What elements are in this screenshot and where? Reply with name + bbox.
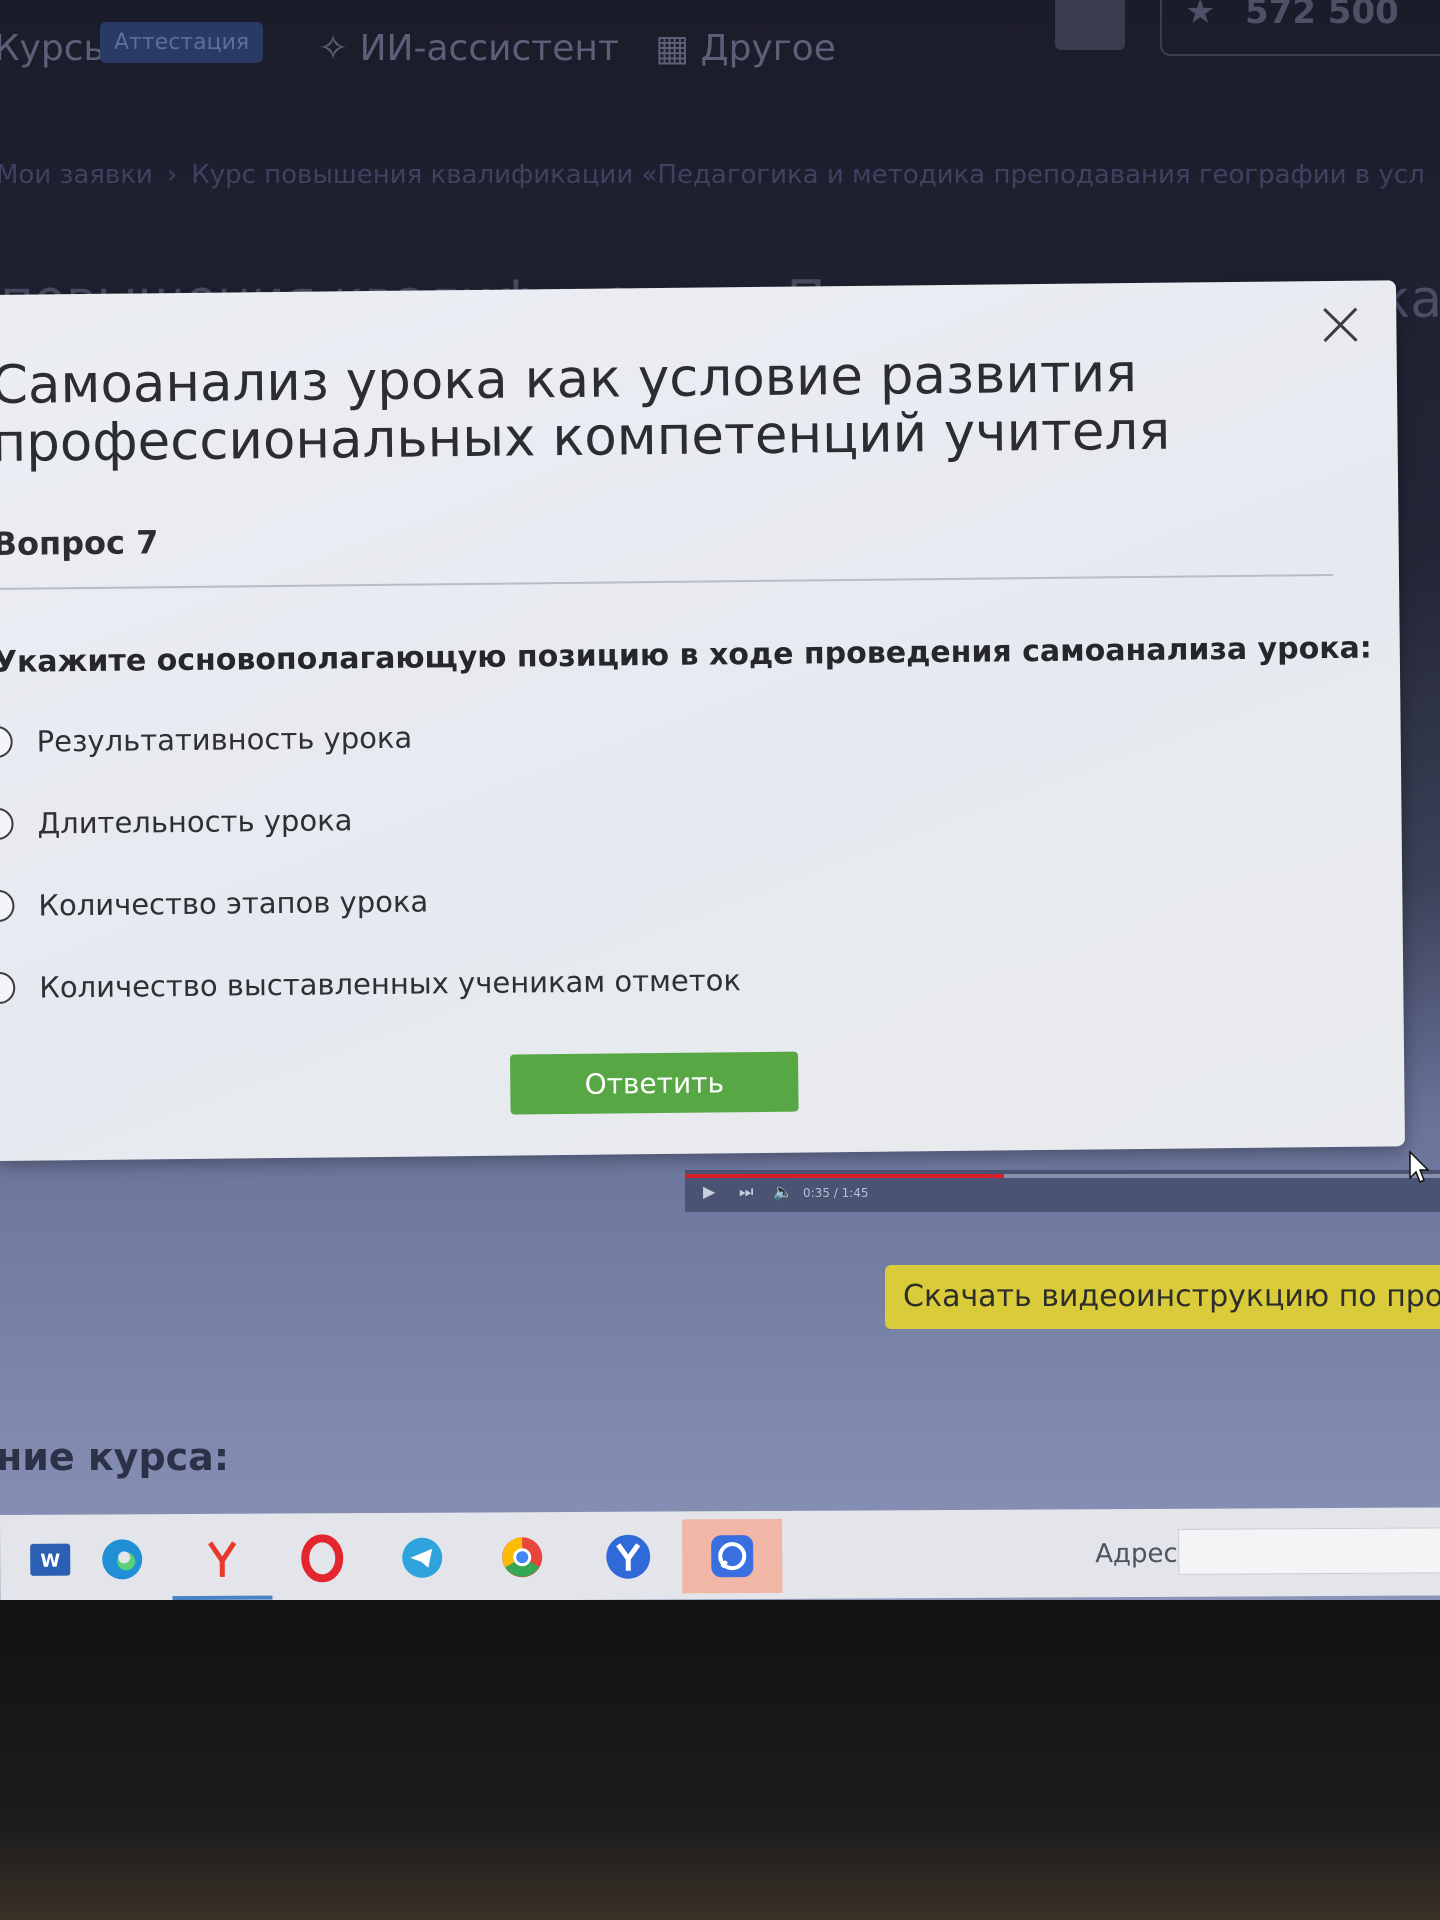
chrome-icon[interactable] xyxy=(472,1520,572,1595)
answer-option-label: Количество выставленных ученикам отметок xyxy=(39,963,742,1005)
monitor-bezel xyxy=(0,1600,1440,1920)
grid-icon: ▦ xyxy=(655,28,690,69)
telegram-icon[interactable] xyxy=(372,1521,472,1596)
modal-title: Самоанализ урока как условие развития пр… xyxy=(0,342,1171,474)
mouse-pointer-icon xyxy=(1409,1150,1430,1184)
chevron-right-icon: › xyxy=(166,160,178,190)
answer-option-label: Количество этапов урока xyxy=(38,884,429,923)
video-player-controls: ▶ ⏭ 🔈 0:35 / 1:45 xyxy=(685,1170,1440,1212)
breadcrumb: Мои заявки › Курс повышения квалификации «… xyxy=(0,160,1425,190)
edge-icon[interactable] xyxy=(72,1522,172,1597)
answer-option-label: Результативность урока xyxy=(36,720,413,759)
ai-assistant-link[interactable]: ✧ ИИ-ассистент xyxy=(318,28,619,69)
answer-option[interactable]: Результативность урока xyxy=(0,721,412,760)
ai-assistant-label: ИИ-ассистент xyxy=(359,28,619,69)
radio-button[interactable] xyxy=(0,889,15,923)
answer-option[interactable]: Количество этапов урока xyxy=(0,884,428,923)
top-navigation: Курсы Аттестация ✧ ИИ-ассистент ▦ Другое… xyxy=(0,0,1440,100)
screen: Курсы Аттестация ✧ ИИ-ассистент ▦ Другое… xyxy=(0,0,1440,1600)
radio-button[interactable] xyxy=(0,807,14,841)
question-number: Вопрос 7 xyxy=(0,523,159,563)
answer-option-label: Длительность урока xyxy=(37,803,353,841)
divider xyxy=(0,573,1334,590)
volume-icon[interactable]: 🔈 xyxy=(773,1182,793,1201)
star-icon: ★ xyxy=(1185,0,1216,32)
other-menu-label: Другое xyxy=(700,28,836,69)
video-time: 0:35 / 1:45 xyxy=(803,1186,869,1200)
gift-icon[interactable] xyxy=(1055,0,1125,50)
address-label: Адрес xyxy=(1095,1538,1178,1570)
question-text: Укажите основополагающую позицию в ходе … xyxy=(0,630,1373,680)
address-input[interactable] xyxy=(1178,1527,1440,1575)
radio-button[interactable] xyxy=(0,971,16,1005)
breadcrumb-current: Курс повышения квалификации «Педагогика … xyxy=(191,160,1425,190)
close-icon[interactable] xyxy=(1318,303,1362,347)
next-icon[interactable]: ⏭ xyxy=(739,1182,753,1202)
sparkle-icon: ✧ xyxy=(318,28,349,69)
radio-button[interactable] xyxy=(0,725,13,759)
submit-answer-button[interactable]: Ответить xyxy=(509,1051,799,1115)
yandex-icon[interactable] xyxy=(578,1519,678,1594)
taskbar: W Адрес xyxy=(0,1507,1440,1603)
breadcrumb-my-requests[interactable]: Мои заявки xyxy=(0,160,153,190)
opera-icon[interactable] xyxy=(272,1521,372,1596)
play-icon[interactable]: ▶ xyxy=(703,1182,715,1201)
nav-courses-link[interactable]: Курсы xyxy=(0,28,112,69)
answer-option[interactable]: Количество выставленных ученикам отметок xyxy=(0,963,741,1005)
quiz-modal: Самоанализ урока как условие развития пр… xyxy=(0,280,1405,1161)
yandex-browser-icon[interactable] xyxy=(172,1521,273,1601)
course-section-label: ние курса: xyxy=(0,1435,230,1479)
other-menu-link[interactable]: ▦ Другое xyxy=(655,28,836,69)
score-value: 572 500 xyxy=(1245,0,1399,32)
attestation-badge[interactable]: Аттестация xyxy=(100,22,264,63)
chat-app-icon[interactable] xyxy=(682,1518,783,1594)
svg-text:W: W xyxy=(40,1551,60,1572)
answer-option[interactable]: Длительность урока xyxy=(0,803,353,841)
video-progress-fill xyxy=(685,1174,1005,1178)
download-video-instruction-button[interactable]: Скачать видеоинструкцию по прохо xyxy=(885,1265,1440,1329)
